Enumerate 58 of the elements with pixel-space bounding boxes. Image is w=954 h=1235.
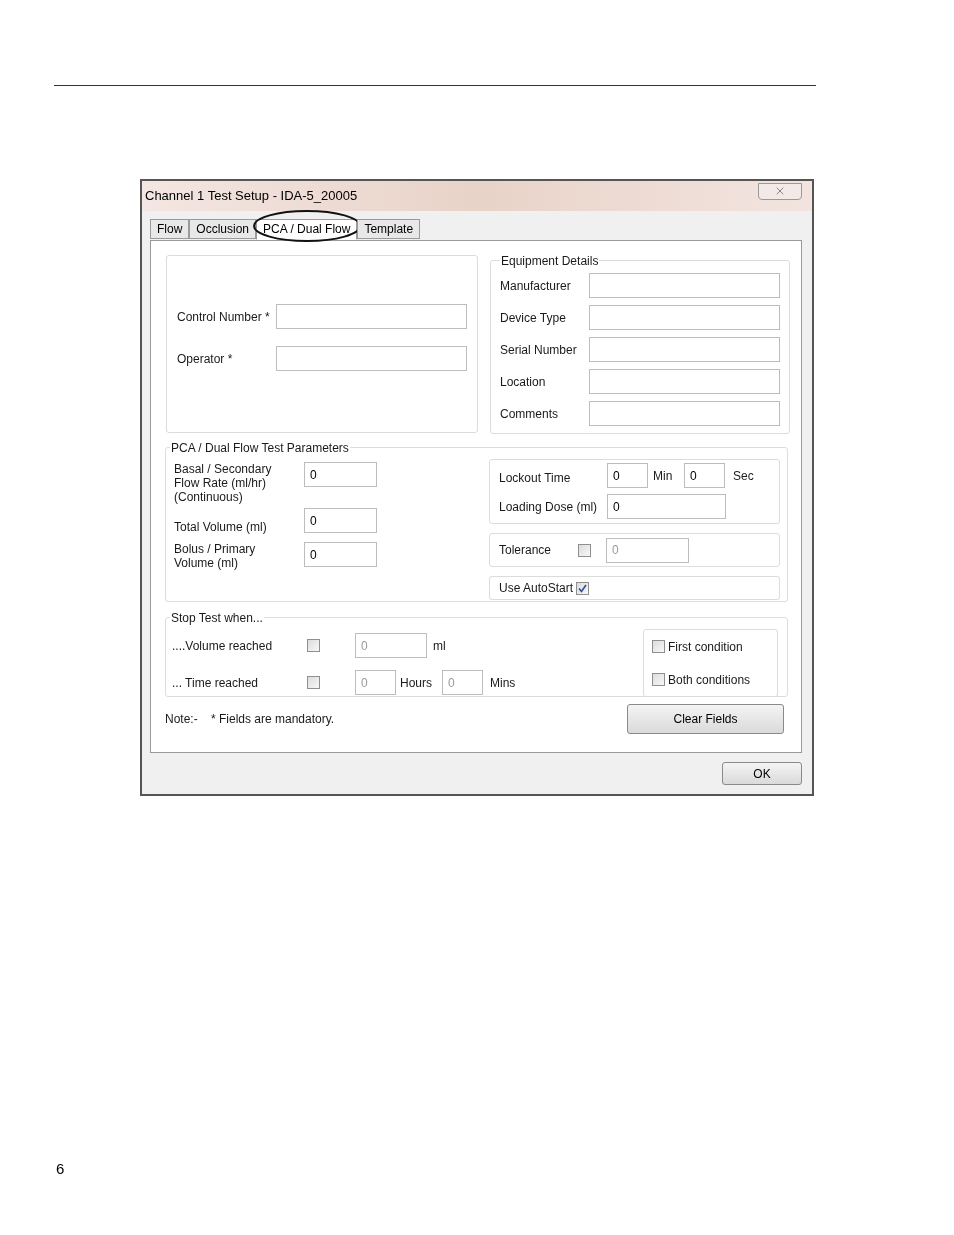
group-title: Equipment Details xyxy=(501,254,599,268)
label: ....Volume reached xyxy=(172,637,274,655)
label: * Fields are mandatory. xyxy=(211,711,335,728)
label: Comments xyxy=(500,405,559,423)
label: Device Type xyxy=(500,309,567,327)
input-field[interactable] xyxy=(276,304,467,329)
group-title: PCA / Dual Flow Test Parameters xyxy=(171,441,349,455)
check-icon xyxy=(577,582,589,594)
label: Sec xyxy=(732,467,754,485)
tab[interactable]: Flow xyxy=(150,219,190,239)
label: Min xyxy=(652,467,674,485)
tab[interactable]: Occlusion xyxy=(189,219,257,239)
label: Control Number * xyxy=(177,308,271,326)
close-icon xyxy=(774,185,786,197)
input-field[interactable] xyxy=(589,401,780,426)
ok-button[interactable]: OK xyxy=(722,762,802,785)
label: Total Volume (ml) xyxy=(174,520,268,534)
input-field[interactable]: 0 xyxy=(607,494,726,519)
label: Hours xyxy=(399,674,433,692)
clear-fields-button[interactable]: Clear Fields xyxy=(627,704,784,734)
input-field[interactable] xyxy=(589,369,780,394)
label: Note:- xyxy=(165,711,199,728)
label: Serial Number xyxy=(500,341,578,359)
label: Basal / Secondary xyxy=(174,462,273,476)
label: Tolerance xyxy=(499,542,553,559)
label: Use AutoStart xyxy=(499,580,574,597)
label: Flow Rate (ml/hr) xyxy=(174,476,267,490)
checkbox[interactable] xyxy=(652,640,665,653)
input-field[interactable]: 0 xyxy=(304,508,377,533)
input-field[interactable] xyxy=(589,305,780,330)
label: Operator * xyxy=(177,350,234,368)
input-field[interactable] xyxy=(589,273,780,298)
tab[interactable]: PCA / Dual Flow xyxy=(256,218,358,240)
close-button[interactable] xyxy=(758,182,802,200)
tab[interactable]: Template xyxy=(357,219,421,239)
label: Mins xyxy=(489,674,516,692)
input-field[interactable]: 0 xyxy=(684,463,725,488)
label: Bolus / Primary xyxy=(174,542,257,556)
label: Manufacturer xyxy=(500,277,572,295)
label: Lockout Time xyxy=(499,469,572,487)
label: Loading Dose (ml) xyxy=(499,498,599,516)
window-title: Channel 1 Test Setup - IDA-5_20005 xyxy=(145,187,358,206)
label: Both conditions xyxy=(668,671,751,689)
label: Volume (ml) xyxy=(174,556,239,570)
label: Location xyxy=(500,373,547,391)
label: (Continuous) xyxy=(174,490,244,504)
label: ml xyxy=(432,637,446,655)
label: First condition xyxy=(668,638,743,656)
page-number: 6 xyxy=(56,1159,66,1179)
group-title: Stop Test when... xyxy=(171,611,263,625)
checkbox[interactable] xyxy=(576,581,590,595)
input-field[interactable]: 0 xyxy=(607,463,648,488)
input-field[interactable]: 0 xyxy=(304,462,377,487)
input-field[interactable] xyxy=(276,346,467,371)
input-field[interactable] xyxy=(589,337,780,362)
input-field[interactable]: 0 xyxy=(304,542,377,567)
label: ... Time reached xyxy=(172,674,260,692)
checkbox[interactable] xyxy=(652,673,665,686)
